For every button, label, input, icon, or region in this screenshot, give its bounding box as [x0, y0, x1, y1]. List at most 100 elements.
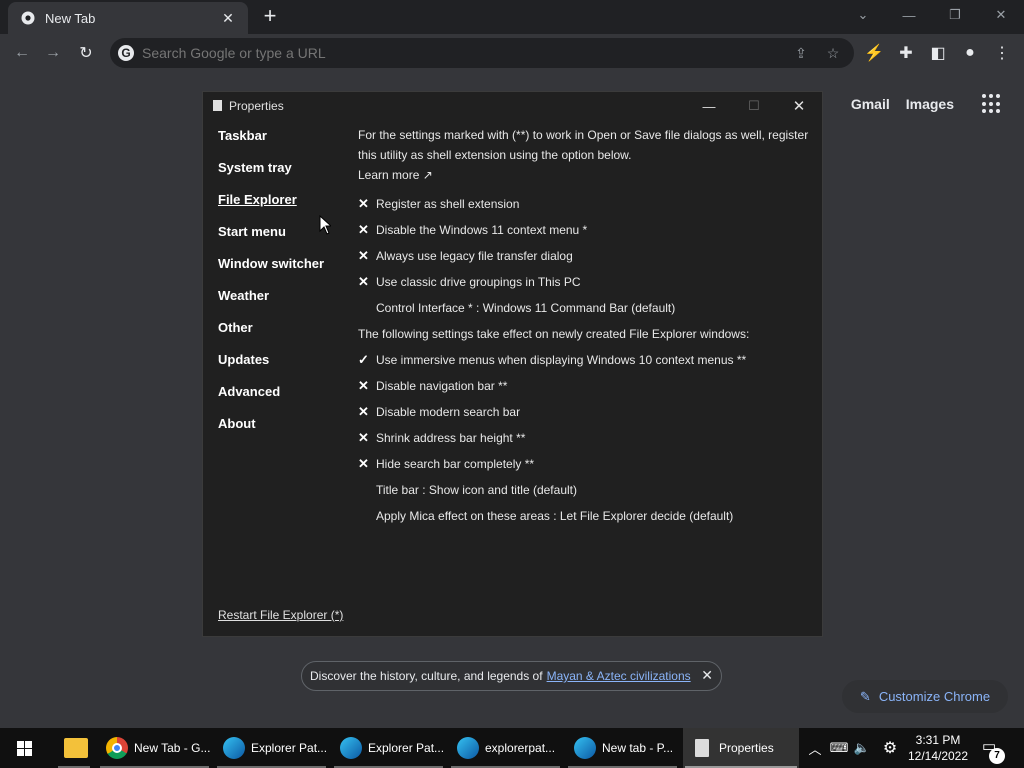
reload-icon[interactable]: ↻	[73, 40, 99, 66]
close-icon[interactable]: ✕	[701, 667, 713, 684]
google-links: Gmail Images	[835, 94, 1002, 114]
restart-explorer-link[interactable]: Restart File Explorer (*)	[218, 608, 343, 622]
option-label: Use classic drive groupings in This PC	[376, 275, 581, 289]
option-label: Disable modern search bar	[376, 405, 521, 419]
option-shrink-address-bar[interactable]: ✕ Shrink address bar height **	[358, 425, 818, 451]
dialog-title: Properties	[229, 99, 284, 113]
edge-icon	[340, 737, 362, 759]
dialog-close-icon[interactable]: ✕	[784, 95, 814, 117]
bookmark-star-icon[interactable]: ☆	[822, 42, 844, 64]
option-label: Title bar : Show icon and title (default…	[376, 483, 577, 497]
dialog-titlebar[interactable]: Properties — ☐ ✕	[203, 92, 822, 120]
nav-item-updates[interactable]: Updates	[218, 353, 324, 385]
close-window-icon[interactable]: ✕	[978, 0, 1024, 30]
new-tab-button[interactable]: +	[258, 5, 282, 28]
mouse-cursor-icon	[319, 215, 331, 235]
option-label: Control Interface * : Windows 11 Command…	[376, 301, 676, 315]
taskbar-item-label: Properties	[719, 741, 774, 755]
taskbar-item-edge-1[interactable]: Explorer Pat...	[215, 728, 328, 768]
properties-dialog: Properties — ☐ ✕ Taskbar System tray Fil…	[202, 91, 823, 637]
option-label: Hide search bar completely **	[376, 457, 535, 471]
taskbar: New Tab - G... Explorer Pat... Explorer …	[0, 728, 1024, 768]
taskbar-item-edge-4[interactable]: New tab - P...	[566, 728, 679, 768]
learn-more-link[interactable]: Learn more ↗	[358, 165, 818, 185]
option-classic-drive-groupings[interactable]: ✕ Use classic drive groupings in This PC	[358, 269, 818, 295]
option-hide-search-bar[interactable]: ✕ Hide search bar completely **	[358, 451, 818, 477]
profile-icon[interactable]: ●	[957, 40, 983, 66]
option-label: Disable the Windows 11 context menu *	[376, 223, 588, 237]
unchecked-x-icon: ✕	[358, 196, 369, 211]
taskbar-item-label: Explorer Pat...	[368, 741, 445, 755]
gmail-link[interactable]: Gmail	[851, 96, 890, 112]
nav-item-window-switcher[interactable]: Window switcher	[218, 257, 324, 289]
share-icon[interactable]: ⇪	[790, 42, 812, 64]
edge-icon	[574, 737, 596, 759]
settings-nav: Taskbar System tray File Explorer Start …	[218, 129, 324, 449]
document-icon	[695, 739, 709, 757]
option-register-shell-extension[interactable]: ✕ Register as shell extension	[358, 191, 818, 217]
folder-icon	[64, 738, 88, 758]
nav-item-other[interactable]: Other	[218, 321, 324, 353]
pin-extension-icon[interactable]: ⚡	[861, 40, 887, 66]
shell-extension-info: For the settings marked with (**) to wor…	[358, 128, 809, 162]
customize-label: Customize Chrome	[878, 689, 991, 704]
pencil-icon: ✎	[859, 688, 871, 704]
volume-icon[interactable]: 🔈	[852, 728, 872, 768]
promo-notification: Discover the history, culture, and legen…	[301, 661, 722, 691]
option-legacy-file-transfer[interactable]: ✕ Always use legacy file transfer dialog	[358, 243, 818, 269]
option-disable-navigation-bar[interactable]: ✕ Disable navigation bar **	[358, 373, 818, 399]
tab-title: New Tab	[45, 10, 96, 26]
taskbar-item-edge-2[interactable]: Explorer Pat...	[332, 728, 445, 768]
nav-item-advanced[interactable]: Advanced	[218, 385, 324, 417]
close-icon[interactable]: ✕	[218, 10, 238, 27]
back-icon[interactable]: ←	[9, 40, 35, 66]
search-input[interactable]	[142, 45, 762, 61]
nav-item-taskbar[interactable]: Taskbar	[218, 129, 324, 161]
clock-date: 12/14/2022	[907, 749, 969, 763]
omnibox[interactable]: G ⇪ ☆	[110, 38, 854, 68]
forward-icon[interactable]: →	[40, 40, 66, 66]
option-label: Register as shell extension	[376, 197, 520, 211]
tab-new-tab[interactable]: New Tab ✕	[8, 2, 248, 34]
option-title-bar[interactable]: Title bar : Show icon and title (default…	[358, 477, 818, 503]
unchecked-x-icon: ✕	[358, 456, 369, 471]
google-icon: G	[118, 45, 134, 61]
taskbar-item-properties[interactable]: Properties	[683, 728, 799, 768]
extensions-icon[interactable]: ✚	[893, 40, 919, 66]
option-label: Always use legacy file transfer dialog	[376, 249, 573, 263]
unchecked-x-icon: ✕	[358, 430, 369, 445]
windows-start-icon[interactable]	[8, 736, 40, 760]
unchecked-x-icon: ✕	[358, 248, 369, 263]
promo-link[interactable]: Mayan & Aztec civilizations	[547, 669, 691, 683]
nav-item-file-explorer[interactable]: File Explorer	[218, 193, 324, 225]
nav-item-start-menu[interactable]: Start menu	[218, 225, 324, 257]
section-header: The following settings take effect on ne…	[358, 327, 750, 341]
gear-icon[interactable]: ⚙	[879, 728, 901, 768]
option-label: Shrink address bar height **	[376, 431, 526, 445]
side-panel-icon[interactable]: ◧	[925, 40, 951, 66]
images-link[interactable]: Images	[906, 96, 954, 112]
nav-item-about[interactable]: About	[218, 417, 324, 449]
option-control-interface[interactable]: Control Interface * : Windows 11 Command…	[358, 295, 818, 321]
taskbar-item-chrome[interactable]: New Tab - G...	[98, 728, 211, 768]
system-clock[interactable]: 3:31 PM 12/14/2022	[906, 732, 970, 764]
promo-text: Discover the history, culture, and legen…	[310, 669, 543, 683]
minimize-icon[interactable]: —	[886, 0, 932, 30]
network-icon[interactable]: ⌨	[829, 728, 849, 768]
nav-item-weather[interactable]: Weather	[218, 289, 324, 321]
tab-search-icon[interactable]: ⌄	[840, 0, 886, 30]
settings-content: For the settings marked with (**) to wor…	[358, 125, 818, 529]
option-disable-modern-search[interactable]: ✕ Disable modern search bar	[358, 399, 818, 425]
restore-icon[interactable]: ❐	[932, 0, 978, 30]
taskbar-file-explorer[interactable]	[56, 728, 92, 768]
option-immersive-menus[interactable]: ✓ Use immersive menus when displaying Win…	[358, 347, 818, 373]
customize-chrome-button[interactable]: ✎ Customize Chrome	[842, 680, 1008, 713]
taskbar-item-edge-3[interactable]: explorerpat...	[449, 728, 562, 768]
dialog-minimize-icon[interactable]: —	[694, 95, 724, 117]
apps-grid-icon[interactable]	[982, 94, 1002, 114]
menu-icon[interactable]: ⋮	[989, 40, 1015, 66]
option-disable-win11-context-menu[interactable]: ✕ Disable the Windows 11 context menu *	[358, 217, 818, 243]
chevron-up-icon[interactable]: ︿	[806, 728, 824, 768]
option-mica-effect[interactable]: Apply Mica effect on these areas : Let F…	[358, 503, 818, 529]
nav-item-system-tray[interactable]: System tray	[218, 161, 324, 193]
